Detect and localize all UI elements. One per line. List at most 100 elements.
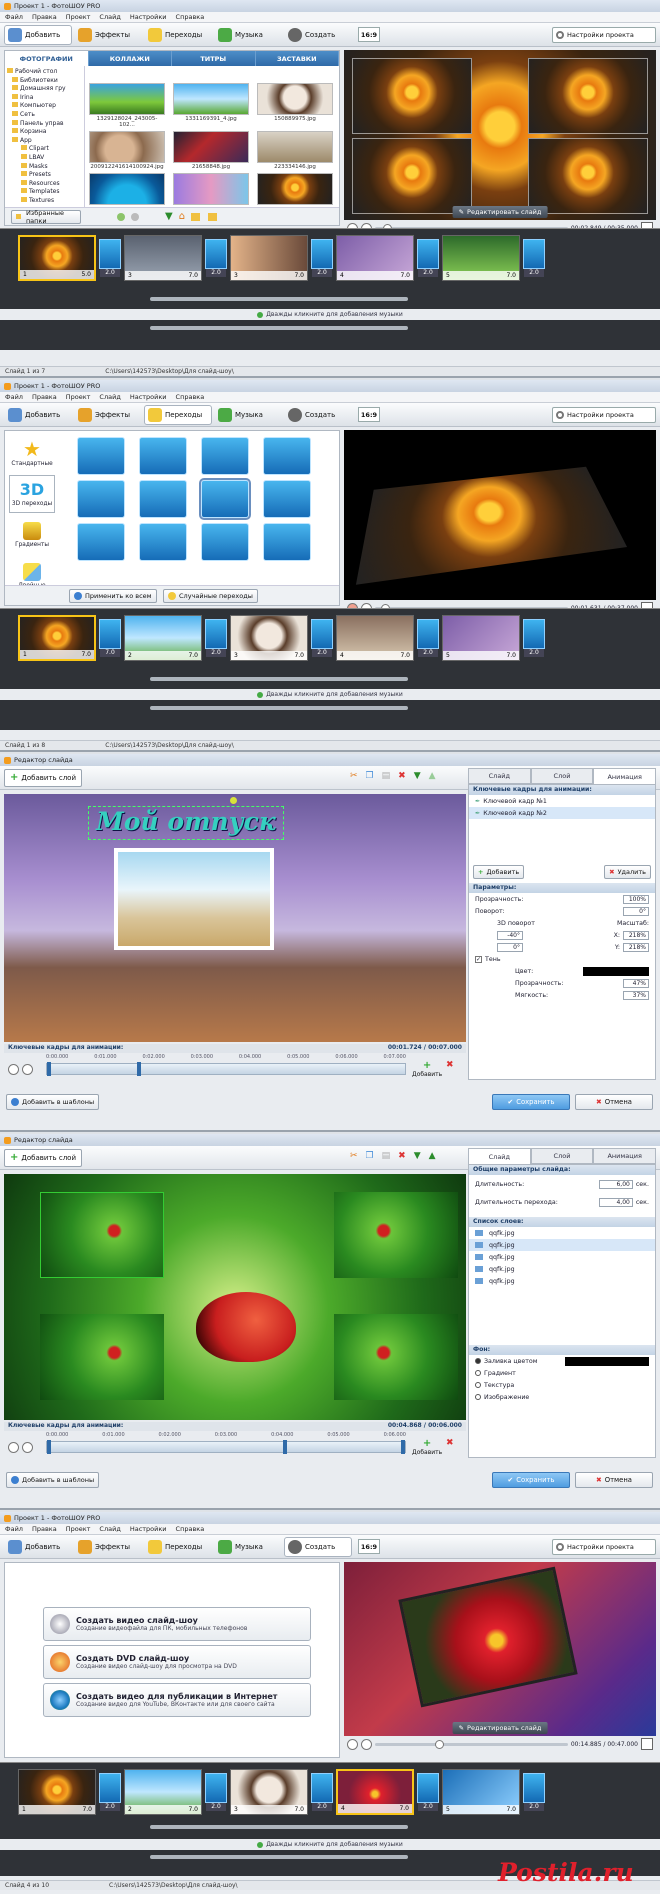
scale-x-input[interactable]: 218%: [623, 930, 649, 940]
aspect-ratio[interactable]: 16:9: [358, 1539, 380, 1554]
transition-thumb[interactable]: 2.0: [311, 1773, 333, 1811]
paste-icon[interactable]: ▤: [382, 771, 391, 781]
copy-icon[interactable]: ❐: [366, 771, 374, 781]
duration-input[interactable]: 6,00: [598, 1179, 633, 1189]
transition-thumb[interactable]: 2.0: [417, 239, 439, 277]
aspect-ratio[interactable]: 16:9: [358, 407, 380, 422]
apply-all-button[interactable]: Применить ко всем: [69, 589, 157, 603]
slide-canvas[interactable]: [4, 1174, 466, 1420]
favorites-button[interactable]: Избранные папки: [11, 209, 81, 225]
radio[interactable]: [475, 1370, 481, 1376]
add-to-templates-button[interactable]: Добавить в шаблоны: [6, 1094, 100, 1110]
timeline-slide[interactable]: 3 7.0: [230, 615, 308, 661]
cut-icon[interactable]: ✂: [350, 771, 358, 781]
music-button[interactable]: Музыка: [214, 1537, 282, 1557]
photo-thumb[interactable]: 150889975.jpg: [257, 83, 333, 128]
category-standard[interactable]: ★ Стандартные: [9, 434, 55, 472]
tree-item[interactable]: Панель управ: [7, 119, 82, 129]
add-keyframe-button[interactable]: + Добавить: [473, 865, 525, 879]
shadow-row[interactable]: ✓ Тень: [469, 953, 655, 965]
keyframe-marker[interactable]: [401, 1440, 405, 1454]
tree-item[interactable]: Рабочий стол: [7, 68, 82, 77]
music-scrollbar[interactable]: [150, 326, 408, 330]
photo-thumb[interactable]: [257, 173, 333, 205]
photo-thumb[interactable]: 1331169391_4.jpg: [173, 83, 249, 128]
timeline-slide[interactable]: 1 5.0: [18, 235, 96, 281]
save-button[interactable]: ✔ Сохранить: [492, 1472, 570, 1488]
seek-bar[interactable]: [375, 1739, 568, 1749]
tree-item[interactable]: LBAV: [7, 153, 82, 163]
transition-thumb[interactable]: 2.0: [99, 1773, 121, 1811]
timeline-slide[interactable]: 4 7.0: [336, 1769, 414, 1815]
photo-thumb[interactable]: [89, 173, 165, 205]
kf-add-button[interactable]: + Добавить: [412, 1060, 442, 1078]
menu-slide[interactable]: Слайд: [99, 13, 120, 21]
category-gradients[interactable]: Градиенты: [9, 516, 55, 554]
effects-button[interactable]: Эффекты: [74, 25, 142, 45]
photo-thumb[interactable]: 223334146.jpg: [257, 131, 333, 170]
edit-slide-button[interactable]: ✎ Редактировать слайд: [452, 206, 548, 218]
menu-project[interactable]: Проект: [66, 393, 91, 401]
aspect-ratio[interactable]: 16:9: [358, 27, 380, 42]
rot3d-x-input[interactable]: -40°: [497, 930, 523, 940]
slide-canvas[interactable]: Мой отпуск: [4, 794, 466, 1042]
menu-settings[interactable]: Настройки: [130, 393, 167, 401]
radio[interactable]: [475, 1382, 481, 1388]
tab-intros[interactable]: ЗАСТАВКИ: [256, 51, 339, 66]
menu-settings[interactable]: Настройки: [130, 1525, 167, 1533]
transition-item[interactable]: [263, 480, 311, 518]
music-track[interactable]: Дважды кликните для добавления музыки: [0, 1839, 660, 1850]
transition-item[interactable]: [77, 523, 125, 561]
transition-thumb[interactable]: 2.0: [417, 619, 439, 657]
tab-animation[interactable]: Анимация: [593, 768, 657, 784]
menu-settings[interactable]: Настройки: [130, 13, 167, 21]
new-folder-icon[interactable]: [208, 212, 218, 221]
bg-option[interactable]: Изображение: [469, 1391, 655, 1403]
layer-item[interactable]: qqfk.jpg: [469, 1275, 655, 1287]
random-transitions-button[interactable]: Случайные переходы: [163, 589, 258, 603]
photo-layer[interactable]: [334, 1192, 458, 1278]
play-icon[interactable]: [8, 1064, 19, 1075]
paste-icon[interactable]: ▤: [382, 1151, 391, 1161]
timeline-slide[interactable]: 4 7.0: [336, 235, 414, 281]
project-settings-button[interactable]: Настройки проекта: [552, 26, 656, 43]
transition-item[interactable]: [263, 523, 311, 561]
play-icon[interactable]: [347, 1738, 358, 1750]
music-scrollbar[interactable]: [150, 1855, 408, 1859]
music-track[interactable]: Дважды кликните для добавления музыки: [0, 689, 660, 700]
play-icon[interactable]: [8, 1442, 19, 1453]
layer-item-selected[interactable]: qqfk.jpg: [469, 1239, 655, 1251]
photo-layer[interactable]: [40, 1192, 164, 1278]
bg-color-swatch[interactable]: [565, 1356, 649, 1366]
tree-item[interactable]: Masks: [7, 162, 82, 172]
menu-help[interactable]: Справка: [176, 393, 205, 401]
keyframe-track[interactable]: [46, 1440, 406, 1454]
delete-icon[interactable]: ✖: [398, 1151, 406, 1161]
stop-icon[interactable]: [22, 1064, 33, 1075]
transitions-button[interactable]: Переходы: [144, 404, 212, 425]
edit-slide-button[interactable]: ✎ Редактировать слайд: [452, 1722, 548, 1734]
move-up-icon[interactable]: ▲: [429, 771, 436, 781]
keyframe-marker[interactable]: [47, 1062, 51, 1076]
tree-item[interactable]: Clipart: [7, 145, 82, 154]
cut-icon[interactable]: ✂: [350, 1151, 358, 1161]
tree-item[interactable]: Корзина: [7, 128, 82, 137]
tab-slide[interactable]: Слайд: [468, 1148, 531, 1164]
timeline-slide[interactable]: 5 7.0: [442, 235, 520, 281]
timeline-slide[interactable]: 5 7.0: [442, 1769, 520, 1815]
transition-thumb[interactable]: 2.0: [311, 239, 333, 277]
rotate-input[interactable]: 0°: [623, 906, 649, 916]
tree-item[interactable]: Домашняя гру: [7, 85, 82, 94]
save-button[interactable]: ✔ Сохранить: [492, 1094, 570, 1110]
tree-item[interactable]: Irina: [7, 93, 82, 103]
project-settings-button[interactable]: Настройки проекта: [552, 406, 656, 423]
transition-thumb[interactable]: 7.0: [99, 619, 121, 657]
delete-keyframe-button[interactable]: ✖ Удалить: [604, 865, 651, 879]
shadow-color-swatch[interactable]: [583, 966, 649, 976]
stop-icon[interactable]: [361, 1738, 372, 1750]
project-settings-button[interactable]: Настройки проекта: [552, 1538, 656, 1555]
timeline-slide[interactable]: 4 7.0: [336, 615, 414, 661]
add-button[interactable]: Добавить: [4, 405, 72, 425]
photo-thumb[interactable]: [173, 173, 249, 205]
create-dvd-button[interactable]: Создать DVD слайд-шоу Создание видео слай…: [43, 1645, 311, 1679]
